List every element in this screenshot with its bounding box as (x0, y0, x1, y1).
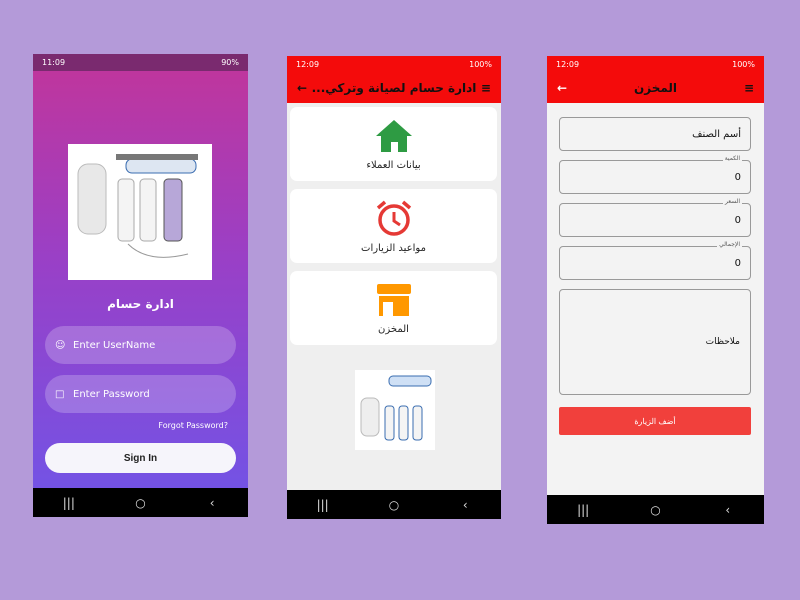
back-nav-icon[interactable]: ‹ (445, 498, 485, 512)
status-battery: 90% (221, 58, 239, 67)
menu-screen: 12:09 100% ← ...ادارة حسام لصيانة وتركي … (287, 56, 501, 519)
status-bar: 12:09 100% (287, 56, 501, 73)
status-time: 12:09 (296, 60, 320, 69)
water-filter-image (355, 370, 435, 450)
field-label: الإجمالي (717, 241, 742, 248)
card-customers[interactable]: بيانات العملاء (290, 107, 497, 181)
home-icon (375, 119, 412, 152)
store-icon (376, 283, 411, 316)
sign-in-button[interactable]: Sign In (45, 443, 236, 473)
field-label: الكمية (722, 155, 742, 162)
system-nav-bar: ||| ○ ‹ (287, 490, 501, 519)
app-bar: ← ...ادارة حسام لصيانة وتركي ≡ (287, 73, 501, 103)
back-arrow-icon[interactable]: ← (297, 81, 307, 95)
lock-icon: □ (55, 388, 65, 400)
user-icon: ☺ (55, 339, 66, 351)
page-title: المخزن (633, 81, 678, 95)
back-arrow-icon[interactable]: ← (557, 81, 567, 95)
system-nav-bar: ||| ○ ‹ (547, 495, 764, 524)
status-battery: 100% (732, 60, 755, 69)
field-value: 0 (734, 214, 741, 226)
card-label: مواعيد الزيارات (361, 242, 426, 254)
menu-icon[interactable]: ≡ (481, 81, 491, 95)
menu-icon[interactable]: ≡ (744, 81, 754, 95)
store-screen: 12:09 100% ← المخزن ≡ أسم الصنف الكمية 0… (547, 56, 764, 524)
username-input[interactable]: ☺ Enter UserName (45, 326, 236, 364)
recent-apps-icon[interactable]: ||| (563, 503, 603, 517)
item-name-input[interactable]: أسم الصنف (559, 117, 751, 151)
notes-textarea[interactable]: ملاحظات (559, 289, 751, 395)
status-battery: 100% (469, 60, 492, 69)
status-time: 12:09 (556, 60, 580, 69)
back-nav-icon[interactable]: ‹ (192, 496, 232, 510)
home-nav-icon[interactable]: ○ (374, 498, 414, 512)
card-label: بيانات العملاء (366, 159, 421, 171)
recent-apps-icon[interactable]: ||| (303, 498, 343, 512)
status-bar: 11:09 90% (33, 54, 248, 71)
price-input[interactable]: السعر 0 (559, 198, 751, 237)
password-input[interactable]: □ Enter Password (45, 375, 236, 413)
recent-apps-icon[interactable]: ||| (49, 496, 89, 510)
card-visits[interactable]: مواعيد الزيارات (290, 189, 497, 263)
card-label: المخزن (378, 323, 409, 335)
password-placeholder: Enter Password (73, 388, 150, 400)
page-title: ...ادارة حسام لصيانة وتركي (311, 81, 477, 95)
field-label: السعر (722, 198, 742, 205)
item-name-placeholder: أسم الصنف (692, 128, 741, 140)
home-nav-icon[interactable]: ○ (635, 503, 675, 517)
forgot-password-link[interactable]: Forgot Password? (158, 421, 228, 430)
water-filter-image (68, 144, 212, 280)
back-nav-icon[interactable]: ‹ (708, 503, 748, 517)
total-input[interactable]: الإجمالي 0 (559, 241, 751, 280)
notes-placeholder: ملاحظات (705, 337, 740, 347)
card-store[interactable]: المخزن (290, 271, 497, 345)
alarm-clock-icon (376, 200, 411, 236)
status-time: 11:09 (42, 58, 66, 67)
field-value: 0 (734, 171, 741, 183)
system-nav-bar: ||| ○ ‹ (33, 488, 248, 517)
add-visit-button[interactable]: أضف الزيارة (559, 407, 751, 435)
field-value: 0 (734, 257, 741, 269)
quantity-input[interactable]: الكمية 0 (559, 155, 751, 194)
username-placeholder: Enter UserName (73, 339, 156, 351)
status-bar: 12:09 100% (547, 56, 764, 73)
app-bar: ← المخزن ≡ (547, 73, 764, 103)
home-nav-icon[interactable]: ○ (120, 496, 160, 510)
login-screen: 11:09 90% ادارة حسام ☺ Enter UserName □ … (33, 54, 248, 517)
app-name: ادارة حسام (107, 297, 174, 311)
